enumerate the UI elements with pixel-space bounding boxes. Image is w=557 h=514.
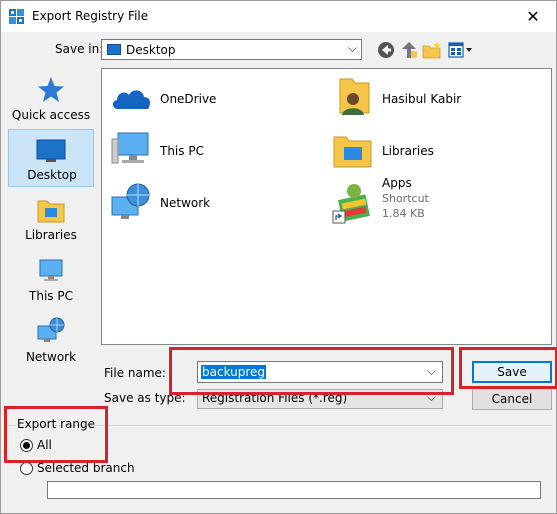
save-in-value: Desktop bbox=[126, 43, 176, 57]
file-list[interactable]: OneDrive Hasibul Kabir This PC Libraries… bbox=[101, 68, 552, 345]
pc-icon bbox=[39, 259, 63, 281]
desktop-small-icon bbox=[107, 44, 121, 55]
file-item-network[interactable]: Network bbox=[108, 179, 308, 225]
save-in-label: Save in: bbox=[55, 42, 104, 56]
place-label: Quick access bbox=[11, 108, 91, 122]
export-registry-dialog: Export Registry File ✕ Save in: Desktop … bbox=[0, 0, 557, 514]
place-quick-access[interactable]: Quick access bbox=[8, 68, 94, 126]
annotation-box-file-name bbox=[169, 347, 454, 395]
pc-icon bbox=[111, 132, 149, 164]
places-bar: Quick access Desktop Libraries This PC N… bbox=[8, 68, 94, 403]
place-network[interactable]: Network bbox=[8, 312, 94, 370]
file-item-onedrive[interactable]: OneDrive bbox=[108, 79, 308, 119]
place-label: Libraries bbox=[25, 228, 77, 242]
place-libraries[interactable]: Libraries bbox=[8, 190, 94, 248]
network-icon bbox=[111, 183, 150, 219]
desktop-icon bbox=[36, 139, 66, 162]
file-item-hasibul-kabir[interactable]: Hasibul Kabir bbox=[330, 73, 540, 119]
view-menu-icon[interactable] bbox=[447, 39, 473, 61]
user-folder-icon bbox=[339, 78, 370, 115]
file-name: This PC bbox=[160, 144, 204, 158]
libraries-icon bbox=[333, 136, 372, 168]
file-item-apps[interactable]: Apps Shortcut 1.84 KB bbox=[330, 175, 540, 231]
place-this-pc[interactable]: This PC bbox=[8, 251, 94, 309]
selected-branch-label[interactable]: Selected branch bbox=[37, 461, 135, 475]
file-name: Libraries bbox=[382, 144, 434, 158]
back-icon[interactable] bbox=[375, 39, 397, 61]
file-size: 1.84 KB bbox=[382, 207, 425, 220]
file-name: Apps bbox=[382, 176, 412, 190]
file-item-libraries[interactable]: Libraries bbox=[330, 127, 540, 173]
file-item-this-pc[interactable]: This PC bbox=[108, 127, 308, 173]
file-name: OneDrive bbox=[160, 92, 217, 106]
file-name-label: File name: bbox=[104, 366, 166, 380]
file-name: Network bbox=[160, 196, 211, 210]
chevron-down-icon: ⌵ bbox=[347, 41, 357, 55]
place-desktop[interactable]: Desktop bbox=[8, 129, 94, 187]
save-in-dropdown[interactable]: Desktop ⌵ bbox=[101, 39, 362, 60]
selected-branch-radio[interactable] bbox=[20, 462, 33, 475]
new-folder-icon[interactable] bbox=[421, 39, 443, 61]
star-icon bbox=[38, 77, 64, 102]
libraries-icon bbox=[37, 200, 65, 223]
up-folder-icon[interactable] bbox=[398, 39, 420, 61]
cancel-button[interactable]: Cancel bbox=[472, 388, 552, 410]
registry-editor-icon bbox=[9, 9, 24, 24]
window-title: Export Registry File bbox=[32, 9, 149, 23]
bluestacks-shortcut-icon bbox=[332, 184, 370, 224]
onedrive-icon bbox=[112, 90, 151, 109]
selected-branch-input[interactable] bbox=[47, 481, 541, 499]
file-type: Shortcut bbox=[382, 192, 429, 205]
title-bar: Export Registry File ✕ bbox=[1, 1, 556, 32]
network-icon bbox=[37, 317, 65, 342]
close-icon[interactable]: ✕ bbox=[510, 1, 556, 32]
place-label: Desktop bbox=[27, 168, 77, 182]
file-name: Hasibul Kabir bbox=[382, 92, 462, 106]
annotation-box-save bbox=[459, 347, 557, 389]
annotation-box-export-range bbox=[4, 406, 108, 463]
place-label: This PC bbox=[29, 289, 73, 303]
place-label: Network bbox=[25, 350, 77, 364]
